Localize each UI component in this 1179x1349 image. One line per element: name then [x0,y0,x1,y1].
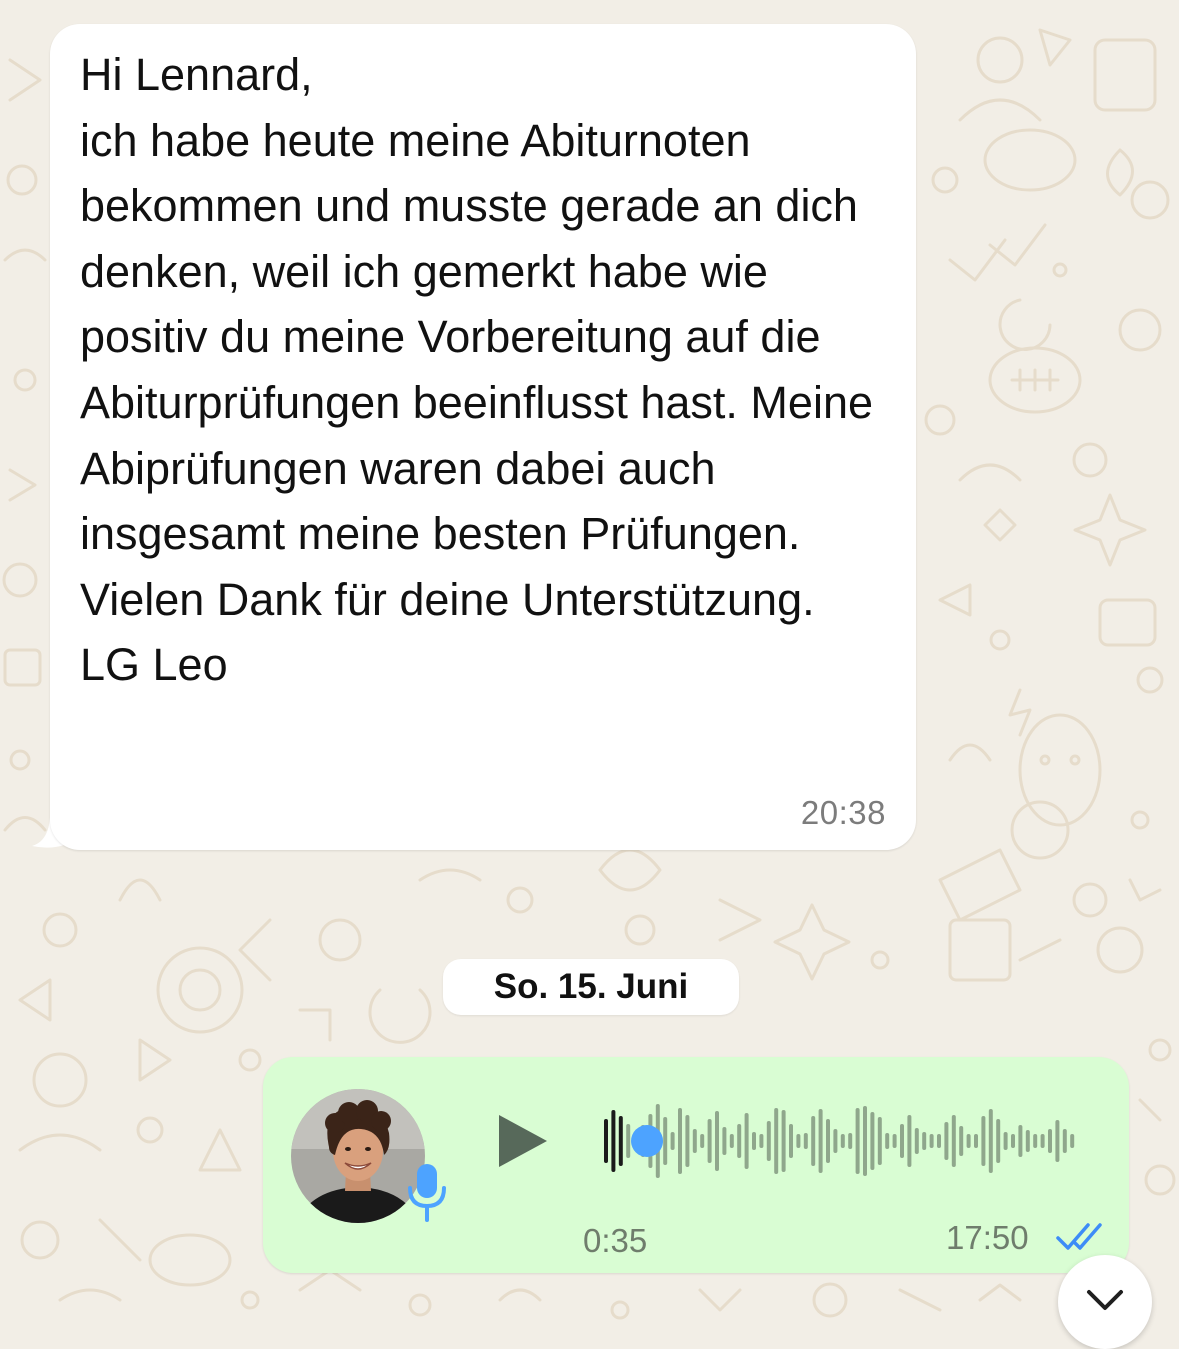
incoming-message-text: Hi Lennard, ich habe heute meine Abiturn… [80,49,873,691]
incoming-message-time: 20:38 [800,794,886,831]
play-icon[interactable] [497,1113,549,1169]
playhead[interactable] [631,1125,664,1157]
microphone-icon [408,1164,446,1222]
double-check-read-icon [1056,1223,1102,1250]
date-separator: So. 15. Juni [443,959,739,1015]
voice-waveform[interactable] [598,1100,1082,1182]
voice-message-time: 17:50 [946,1219,1029,1256]
chevron-down-icon [1087,1290,1123,1310]
scroll-to-bottom-button[interactable] [1058,1255,1152,1349]
voice-duration: 0:35 [583,1222,648,1259]
